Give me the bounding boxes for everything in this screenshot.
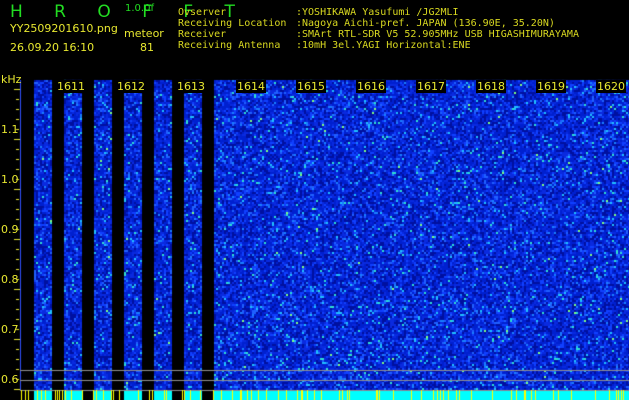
y-tick-label: 0.6	[1, 373, 19, 386]
info-value: :10mH 3el.YAGI Horizontal:ENE	[296, 40, 471, 51]
filename: YY2509201610.png	[10, 22, 118, 35]
info-receiver: Receiver :SMArt RTL-SDR V5 52.905MHz USB …	[178, 29, 579, 40]
info-value: :YOSHIKAWA Yasufumi /JG2MLI	[296, 7, 459, 18]
info-label: Receiving Location	[178, 18, 287, 29]
info-label: Receiving Antenna	[178, 40, 281, 51]
y-tick-label: 1.0	[1, 173, 19, 186]
info-label: Ovserver	[178, 7, 227, 18]
meteor-count: 81	[140, 41, 154, 54]
time-label: 1616	[356, 80, 386, 93]
y-tick-label: 0.7	[1, 323, 19, 336]
y-tick-label: 0.9	[1, 223, 19, 236]
time-label: 1620	[596, 80, 626, 93]
y-tick-label: 0.8	[1, 273, 19, 286]
y-tick-label: 1.1	[1, 123, 19, 136]
time-label: 1614	[236, 80, 266, 93]
time-label: 1613	[176, 80, 206, 93]
y-axis-unit: kHz	[1, 73, 22, 86]
time-label: 1619	[536, 80, 566, 93]
time-label: 1615	[296, 80, 326, 93]
time-label: 1612	[116, 80, 146, 93]
time-label: 1618	[476, 80, 506, 93]
version-label: 1.0.0f	[125, 3, 154, 14]
info-location: Receiving Location :Nagoya Aichi-pref. JA…	[178, 18, 555, 29]
datetime: 26.09.20 16:10	[10, 41, 95, 54]
info-value: :SMArt RTL-SDR V5 52.905MHz USB HIGASHIM…	[296, 29, 579, 40]
info-observer: Ovserver :YOSHIKAWA Yasufumi /JG2MLI	[178, 7, 459, 18]
info-value: :Nagoya Aichi-pref. JAPAN (136.90E, 35.2…	[296, 18, 555, 29]
info-label: Receiver	[178, 29, 227, 40]
info-antenna: Receiving Antenna :10mH 3el.YAGI Horizont…	[178, 40, 471, 51]
mode-label: meteor	[124, 27, 164, 40]
spectrogram-canvas	[0, 0, 629, 400]
time-label: 1611	[56, 80, 86, 93]
time-label: 1617	[416, 80, 446, 93]
